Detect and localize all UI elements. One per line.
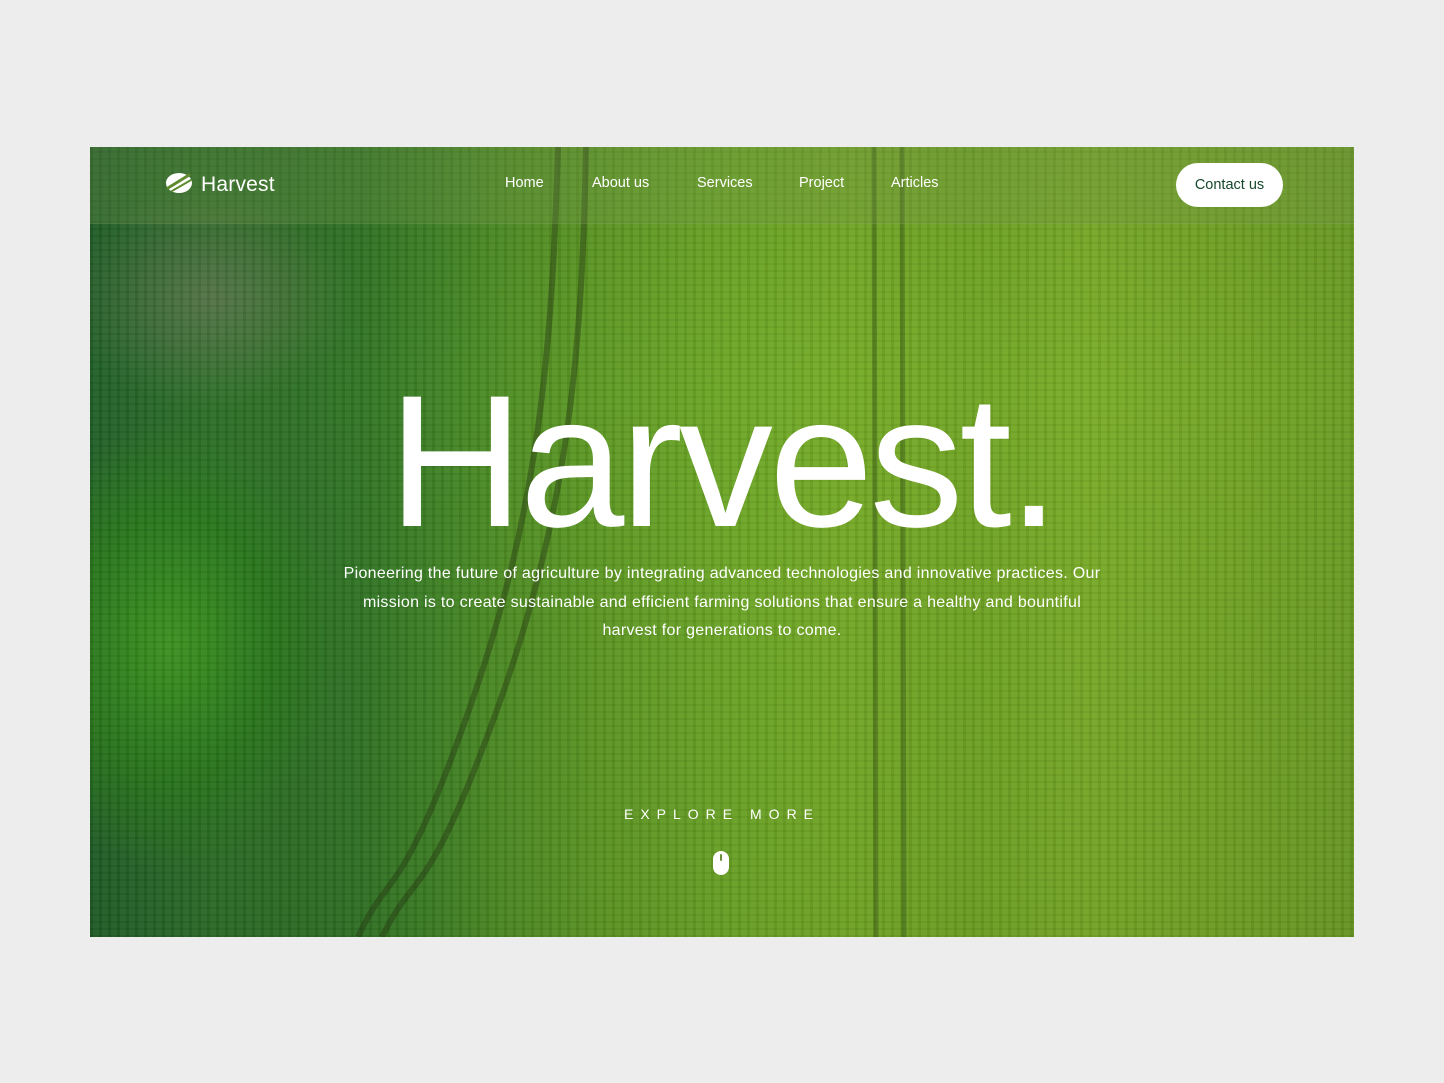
nav-services[interactable]: Services [697,175,753,191]
hero-section: Harvest Home About us Services Project A… [90,147,1354,937]
contact-us-button[interactable]: Contact us [1176,163,1283,207]
hero-title: Harvest. [388,356,1060,566]
nav-articles[interactable]: Articles [891,175,939,191]
navbar: Harvest Home About us Services Project A… [90,147,1354,224]
nav-about-us[interactable]: About us [592,175,649,191]
mouse-scroll-icon[interactable] [712,850,730,876]
hero-description: Pioneering the future of agriculture by … [343,565,1101,639]
nav-home[interactable]: Home [505,175,544,191]
explore-more-link[interactable]: EXPLORE MORE [90,806,1354,822]
nav-menu: Home About us Services Project Articles [90,175,1354,195]
nav-project[interactable]: Project [799,175,844,191]
